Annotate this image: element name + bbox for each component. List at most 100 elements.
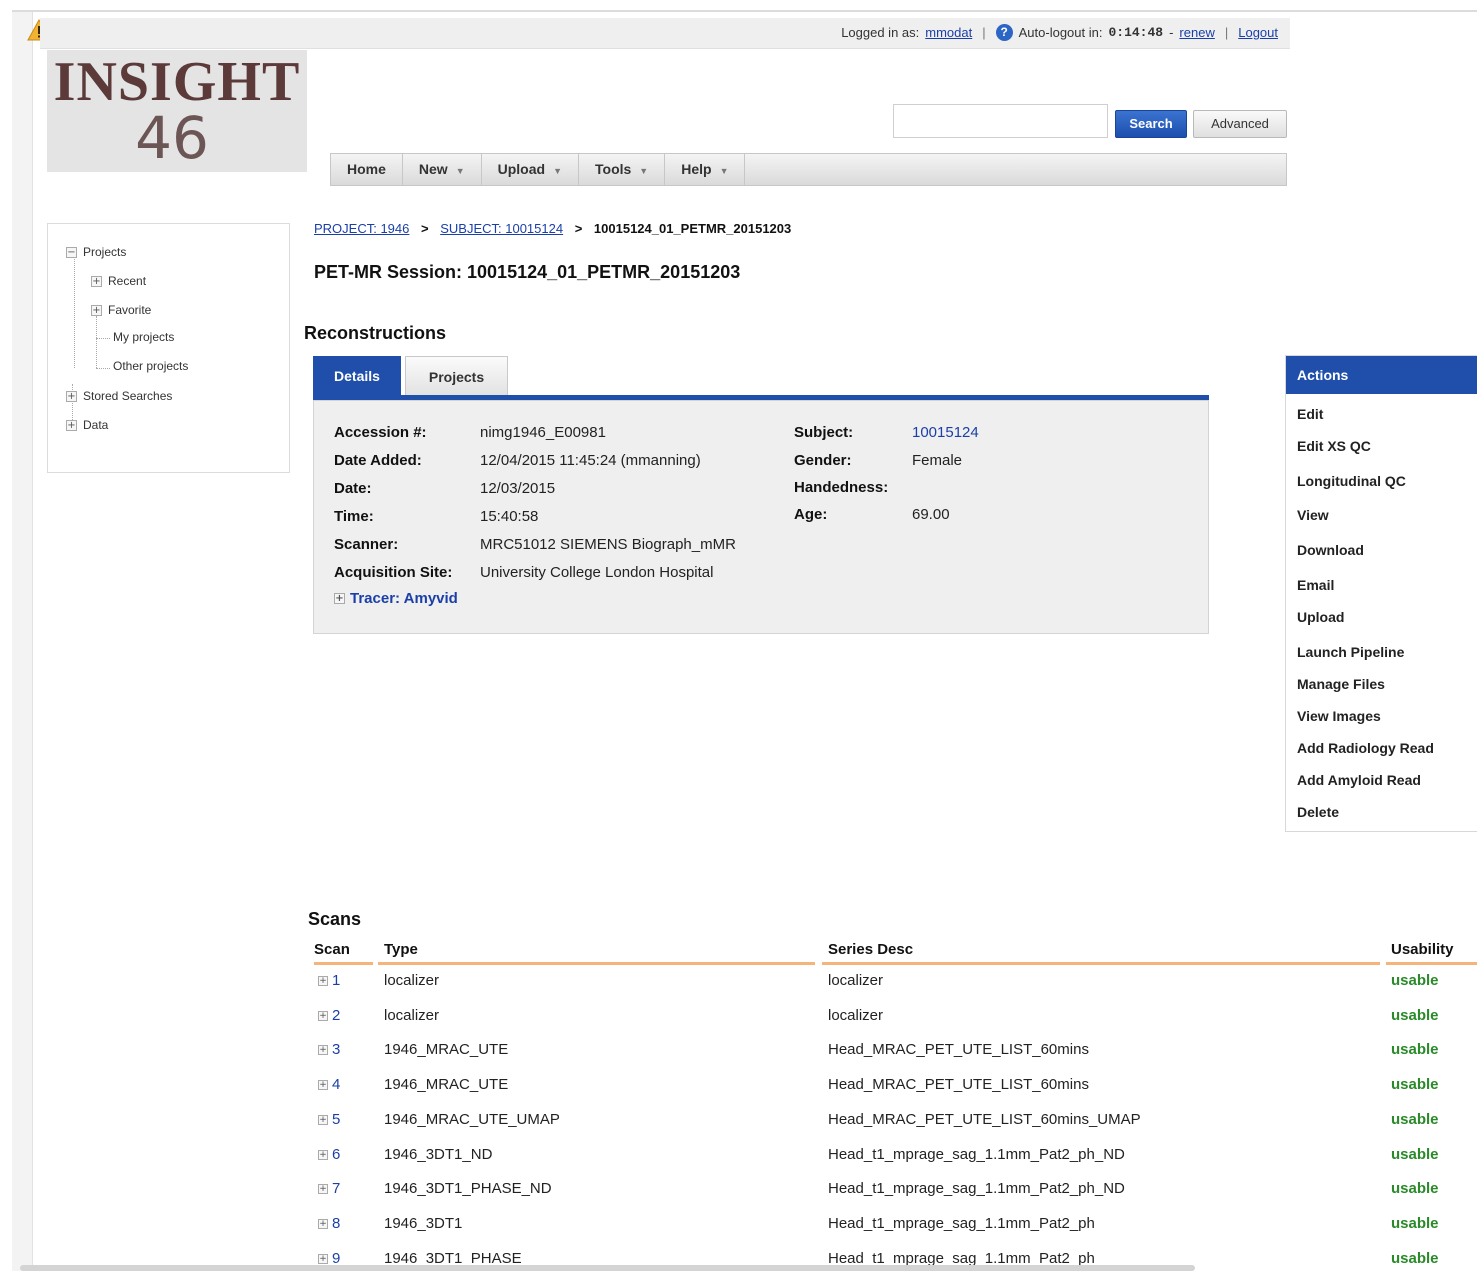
scan-series-desc: Head_MRAC_PET_UTE_LIST_60mins <box>828 1076 1089 1093</box>
date-added-label: Date Added: <box>334 452 422 469</box>
tab-details[interactable]: Details <box>313 356 401 396</box>
renew-link[interactable]: renew <box>1179 25 1214 40</box>
expand-icon[interactable]: + <box>66 390 77 402</box>
scan-type: 1946_MRAC_UTE <box>384 1041 509 1058</box>
nav-home[interactable]: Home <box>331 154 403 185</box>
breadcrumb-subject-link[interactable]: SUBJECT: 10015124 <box>440 221 563 236</box>
expand-icon[interactable]: + <box>318 1114 328 1125</box>
header-rule <box>822 962 1380 965</box>
scan-id-link[interactable]: +5 <box>318 1111 340 1128</box>
scan-series-desc: localizer <box>828 972 884 989</box>
action-email[interactable]: Email <box>1297 577 1334 593</box>
expand-icon[interactable]: + <box>334 593 345 604</box>
column-header-usability[interactable]: Usability <box>1391 941 1454 958</box>
handedness-label: Handedness: <box>794 479 889 496</box>
reconstructions-heading: Reconstructions <box>304 323 447 343</box>
action-delete[interactable]: Delete <box>1297 804 1339 820</box>
scan-type: 1946_3DT1 <box>384 1215 463 1232</box>
search-button[interactable]: Search <box>1115 110 1187 138</box>
scan-usability: usable <box>1391 1041 1439 1058</box>
column-header-type[interactable]: Type <box>384 941 418 958</box>
action-edit-xs-qc[interactable]: Edit XS QC <box>1297 438 1371 454</box>
window-left-border <box>12 12 33 1271</box>
scan-series-desc: Head_t1_mprage_sag_1.1mm_Pat2_ph_ND <box>828 1180 1125 1197</box>
column-header-scan[interactable]: Scan <box>314 941 350 958</box>
expand-icon[interactable]: + <box>318 1044 328 1055</box>
breadcrumb-separator: > <box>421 221 429 236</box>
header-rule <box>314 962 373 965</box>
nav-tools[interactable]: Tools ▼ <box>579 154 666 185</box>
scan-usability: usable <box>1391 1146 1439 1163</box>
expand-icon[interactable]: + <box>318 1183 328 1194</box>
tree-item-recent[interactable]: + Recent <box>91 274 146 288</box>
tree-item-favorite[interactable]: + Favorite <box>91 303 151 317</box>
username-link[interactable]: mmodat <box>925 25 972 40</box>
scan-usability: usable <box>1391 1215 1439 1232</box>
scan-id-link[interactable]: +2 <box>318 1007 340 1024</box>
expand-icon[interactable]: + <box>318 1253 328 1264</box>
action-upload[interactable]: Upload <box>1297 609 1344 625</box>
tree-connector <box>96 338 110 339</box>
header-rule <box>378 962 815 965</box>
scan-id-link[interactable]: +1 <box>318 972 340 989</box>
scan-usability: usable <box>1391 1111 1439 1128</box>
action-launch-pipeline[interactable]: Launch Pipeline <box>1297 644 1404 660</box>
scan-id-link[interactable]: +4 <box>318 1076 340 1093</box>
scan-series-desc: localizer <box>828 1007 884 1024</box>
expand-icon[interactable]: + <box>318 1149 328 1160</box>
search-input[interactable] <box>893 104 1108 138</box>
breadcrumb-separator: > <box>574 221 583 236</box>
nav-new[interactable]: New ▼ <box>403 154 482 185</box>
expand-icon[interactable]: + <box>318 1218 328 1229</box>
logout-link[interactable]: Logout <box>1238 25 1278 40</box>
action-manage-files[interactable]: Manage Files <box>1297 676 1385 692</box>
help-icon[interactable]: ? <box>995 24 1013 41</box>
date-added-value: 12/04/2015 11:45:24 (mmanning) <box>480 452 701 469</box>
action-view[interactable]: View <box>1297 507 1329 523</box>
scan-series-desc: Head_t1_mprage_sag_1.1mm_Pat2_ph_ND <box>828 1146 1125 1163</box>
age-label: Age: <box>794 506 828 523</box>
insight46-logo[interactable]: INSIGHT 46 <box>47 50 307 172</box>
action-add-amyloid-read[interactable]: Add Amyloid Read <box>1297 772 1421 788</box>
horizontal-scrollbar[interactable] <box>20 1265 1195 1271</box>
gender-value: Female <box>912 452 963 469</box>
action-download[interactable]: Download <box>1297 542 1364 558</box>
actions-panel: Actions Edit Edit XS QC Longitudinal QC … <box>1285 355 1477 832</box>
advanced-search-button[interactable]: Advanced <box>1193 110 1287 138</box>
tree-item-projects[interactable]: − Projects <box>66 245 126 259</box>
nav-help[interactable]: Help ▼ <box>665 154 746 185</box>
accession-label: Accession #: <box>334 424 427 441</box>
tree-connector <box>96 316 97 368</box>
tree-connector <box>74 254 75 368</box>
tracer-toggle[interactable]: + Tracer: Amyvid <box>334 590 458 607</box>
scan-id-link[interactable]: +3 <box>318 1041 340 1058</box>
nav-upload[interactable]: Upload ▼ <box>482 154 579 185</box>
dash: - <box>1169 25 1174 40</box>
tree-item-stored-searches[interactable]: + Stored Searches <box>66 389 172 403</box>
action-edit[interactable]: Edit <box>1297 406 1323 422</box>
scan-series-desc: Head_t1_mprage_sag_1.1mm_Pat2_ph <box>828 1215 1095 1232</box>
subject-link[interactable]: 10015124 <box>912 424 979 441</box>
scan-id-link[interactable]: +6 <box>318 1146 340 1163</box>
tree-item-data[interactable]: + Data <box>66 418 108 432</box>
column-header-series-desc[interactable]: Series Desc <box>828 941 913 958</box>
scan-id-link[interactable]: +8 <box>318 1215 340 1232</box>
tab-projects[interactable]: Projects <box>405 356 508 396</box>
page-title: PET-MR Session: 10015124_01_PETMR_201512… <box>314 262 741 282</box>
expand-icon[interactable]: + <box>91 304 102 316</box>
scan-type: localizer <box>384 1007 440 1024</box>
expand-icon[interactable]: + <box>318 1010 328 1021</box>
tree-item-my-projects[interactable]: My projects <box>113 330 174 344</box>
scan-id-link[interactable]: +7 <box>318 1180 340 1197</box>
action-view-images[interactable]: View Images <box>1297 708 1381 724</box>
expand-icon[interactable]: + <box>66 419 77 431</box>
scan-type: 1946_3DT1_PHASE_ND <box>384 1180 552 1197</box>
expand-icon[interactable]: + <box>318 1079 328 1090</box>
tree-item-other-projects[interactable]: Other projects <box>113 359 188 373</box>
action-add-radiology-read[interactable]: Add Radiology Read <box>1297 740 1434 756</box>
action-longitudinal-qc[interactable]: Longitudinal QC <box>1297 473 1406 489</box>
expand-icon[interactable]: + <box>318 975 328 986</box>
expand-icon[interactable]: + <box>91 275 102 287</box>
collapse-icon[interactable]: − <box>66 246 77 258</box>
breadcrumb-project-link[interactable]: PROJECT: 1946 <box>314 221 409 236</box>
